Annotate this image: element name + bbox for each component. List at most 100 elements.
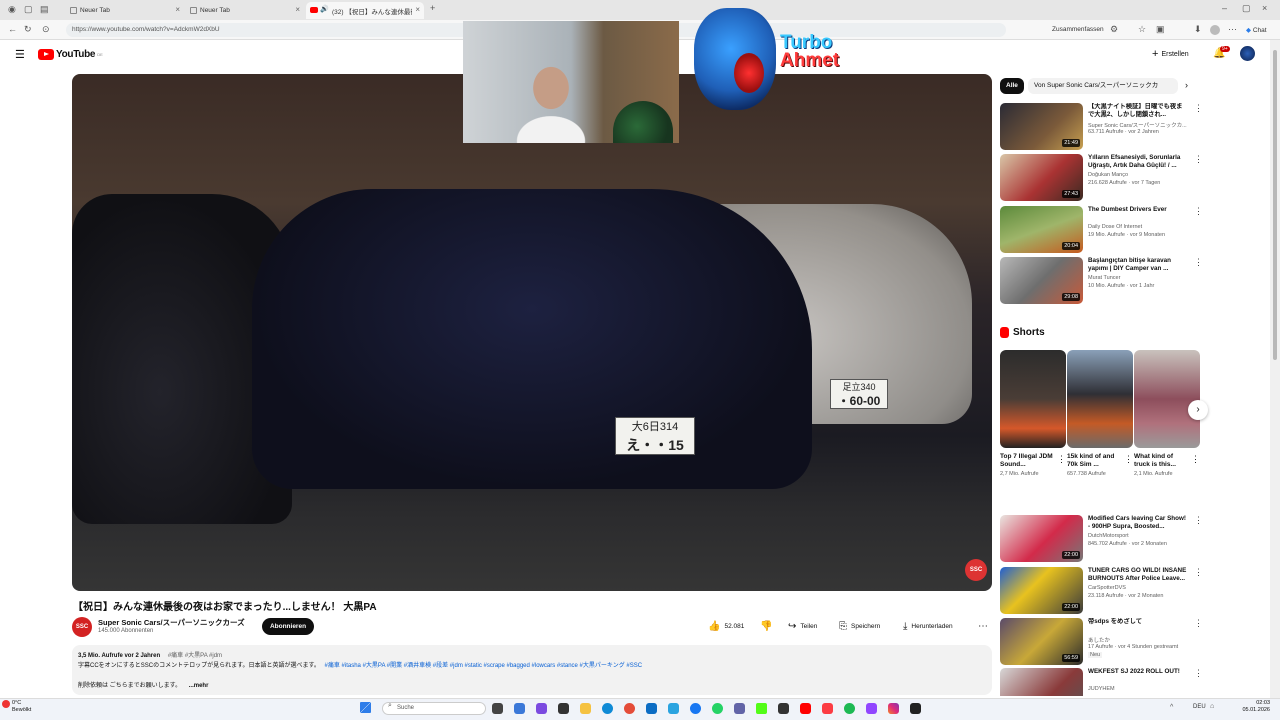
- profile-avatar[interactable]: [1210, 25, 1220, 35]
- chrome-icon[interactable]: [624, 703, 635, 714]
- new-tab-icon[interactable]: +: [430, 3, 435, 13]
- more-vertical-icon[interactable]: ⋮: [1194, 567, 1203, 578]
- dislike-button[interactable]: 👎: [760, 619, 772, 634]
- related-video[interactable]: 22:00 Modified Cars leaving Car Show! - …: [1000, 515, 1203, 565]
- close-icon[interactable]: ×: [175, 5, 180, 14]
- copilot-app-icon[interactable]: [536, 703, 547, 714]
- short-thumbnail[interactable]: [1000, 350, 1066, 448]
- favorite-icon[interactable]: ☆: [1138, 24, 1146, 35]
- kick-icon[interactable]: [756, 703, 767, 714]
- tab-actions-icon[interactable]: ▢: [24, 4, 33, 15]
- related-video[interactable]: 22:00 TUNER CARS GO WILD! INSANE BURNOUT…: [1000, 567, 1203, 617]
- related-title[interactable]: 帝sdps をめざして: [1088, 618, 1188, 626]
- short-thumbnail[interactable]: [1134, 350, 1200, 448]
- related-channel[interactable]: CarSpotterDVS: [1088, 585, 1126, 591]
- related-channel[interactable]: JUDYHEM: [1088, 686, 1115, 692]
- related-title[interactable]: Başlangıçtan bitişe karavan yapımı | DIY…: [1088, 257, 1188, 273]
- copilot-chat-button[interactable]: ◆ Chat: [1246, 26, 1267, 34]
- more-vertical-icon[interactable]: ⋮: [1194, 257, 1203, 268]
- video-thumbnail[interactable]: 22:00: [1000, 567, 1083, 614]
- language-indicator[interactable]: DEU: [1193, 704, 1206, 710]
- page-scrollbar[interactable]: [1270, 40, 1280, 698]
- more-icon[interactable]: ⋯: [1228, 24, 1237, 35]
- shorts-next-button[interactable]: ›: [1188, 400, 1208, 420]
- instagram-icon[interactable]: [888, 703, 899, 714]
- youtube-app-icon[interactable]: [800, 703, 811, 714]
- extension-icon[interactable]: ⚙: [1110, 24, 1118, 35]
- more-vertical-icon[interactable]: ⋮: [1194, 103, 1203, 114]
- window-close-icon[interactable]: ×: [1262, 3, 1267, 13]
- chip-from-channel[interactable]: Von Super Sonic Cars/スーパーソニックカ: [1028, 78, 1178, 94]
- file-explorer-icon[interactable]: [580, 703, 591, 714]
- save-button[interactable]: ⎘ Speichern: [839, 619, 880, 634]
- video-thumbnail[interactable]: 21:49: [1000, 103, 1083, 150]
- close-icon[interactable]: ×: [415, 5, 420, 14]
- system-clock[interactable]: 02:03 05.01.2026: [1228, 700, 1270, 714]
- reload-icon[interactable]: ↻: [24, 24, 32, 35]
- short-title[interactable]: 15k kind of and 70k Sim ...: [1067, 453, 1123, 469]
- chip-all[interactable]: Alle: [1000, 78, 1024, 94]
- channel-name[interactable]: Super Sonic Cars/スーパーソニックカーズ: [98, 617, 245, 628]
- more-vertical-icon[interactable]: ⋮: [1124, 454, 1133, 465]
- telegram-icon[interactable]: [668, 703, 679, 714]
- minimize-icon[interactable]: –: [1222, 3, 1227, 13]
- widgets-icon[interactable]: [514, 703, 525, 714]
- show-more-link[interactable]: ...mehr: [189, 683, 209, 689]
- youtube-logo[interactable]: YouTube DE: [38, 49, 103, 60]
- more-vertical-icon[interactable]: ⋮: [1194, 618, 1203, 629]
- tab-newtab-2[interactable]: Neuer Tab ×: [186, 2, 304, 19]
- create-button[interactable]: + Erstellen: [1152, 48, 1189, 60]
- menu-icon[interactable]: ☰: [15, 48, 25, 61]
- short-title[interactable]: Top 7 Illegal JDM Sound...: [1000, 453, 1056, 469]
- workspaces-icon[interactable]: ▤: [40, 4, 49, 15]
- app-icon[interactable]: [558, 703, 569, 714]
- music-icon[interactable]: [822, 703, 833, 714]
- audio-icon[interactable]: 🔊: [320, 5, 329, 13]
- related-channel[interactable]: Doğukan Manço: [1088, 172, 1128, 178]
- download-button[interactable]: ⤓ Herunterladen: [903, 619, 953, 634]
- scrollbar-thumb[interactable]: [1273, 50, 1277, 360]
- video-thumbnail[interactable]: 27:43: [1000, 154, 1083, 201]
- network-icon[interactable]: ⌂: [1210, 703, 1214, 710]
- store-icon[interactable]: [646, 703, 657, 714]
- short-item[interactable]: 15k kind of and 70k Sim ... 657.738 Aufr…: [1067, 350, 1133, 478]
- related-title[interactable]: Yılların Efsanesiydi, Sorunlarla Uğraştı…: [1088, 154, 1188, 170]
- edge-icon[interactable]: [602, 703, 613, 714]
- chevron-right-icon[interactable]: ›: [1185, 80, 1188, 90]
- related-video[interactable]: 27:43 Yılların Efsanesiydi, Sorunlarla U…: [1000, 154, 1203, 204]
- account-avatar[interactable]: [1240, 46, 1255, 61]
- more-vertical-icon[interactable]: ⋮: [1194, 154, 1203, 165]
- downloads-icon[interactable]: ⬇: [1194, 24, 1202, 35]
- spotify-icon[interactable]: [844, 703, 855, 714]
- related-channel[interactable]: DutchMotorsport: [1088, 533, 1129, 539]
- collections-icon[interactable]: ▣: [1156, 24, 1165, 35]
- related-channel[interactable]: Daily Dose Of Internet: [1088, 224, 1142, 230]
- like-button[interactable]: 👍 52.081: [708, 619, 744, 634]
- close-icon[interactable]: ×: [295, 5, 300, 14]
- more-actions-button[interactable]: ⋯: [978, 619, 988, 634]
- subscribe-button[interactable]: Abonnieren: [262, 618, 314, 635]
- site-info-icon[interactable]: ⊙: [42, 24, 50, 35]
- task-view-icon[interactable]: [492, 703, 503, 714]
- related-video[interactable]: 56:59 帝sdps をめざして あしたか 17 Aufrufe · vor …: [1000, 618, 1203, 668]
- share-button[interactable]: ↪ Teilen: [788, 619, 817, 634]
- tab-youtube[interactable]: 🔊 (32) 【祝日】みんな連休最後の... ×: [306, 2, 424, 19]
- tray-chevron-icon[interactable]: ^: [1170, 704, 1173, 711]
- back-icon[interactable]: ←: [8, 24, 17, 34]
- channel-avatar[interactable]: SSC: [72, 617, 92, 637]
- video-player[interactable]: 足立340 ・60-00 大6日314 え・・15 SSC: [72, 74, 992, 591]
- taskbar-search[interactable]: Suche: [382, 702, 486, 715]
- whatsapp-icon[interactable]: [712, 703, 723, 714]
- channel-watermark[interactable]: SSC: [965, 559, 987, 581]
- related-title[interactable]: The Dumbest Drivers Ever: [1088, 206, 1188, 214]
- short-item[interactable]: Top 7 Illegal JDM Sound... 2,7 Mio. Aufr…: [1000, 350, 1066, 478]
- related-title[interactable]: Modified Cars leaving Car Show! - 900HP …: [1088, 515, 1188, 531]
- related-video[interactable]: 29:08 Başlangıçtan bitişe karavan yapımı…: [1000, 257, 1203, 307]
- teams-icon[interactable]: [734, 703, 745, 714]
- tab-newtab-1[interactable]: Neuer Tab ×: [66, 2, 184, 19]
- related-title[interactable]: 【大黒ナイト検証】日曜でも夜まで大黒2、しかし閉鎖され...: [1088, 103, 1188, 119]
- video-thumbnail[interactable]: 56:59: [1000, 618, 1083, 665]
- notes-icon[interactable]: [910, 703, 921, 714]
- short-thumbnail[interactable]: [1067, 350, 1133, 448]
- summarize-button[interactable]: Zusammenfassen: [1052, 26, 1104, 33]
